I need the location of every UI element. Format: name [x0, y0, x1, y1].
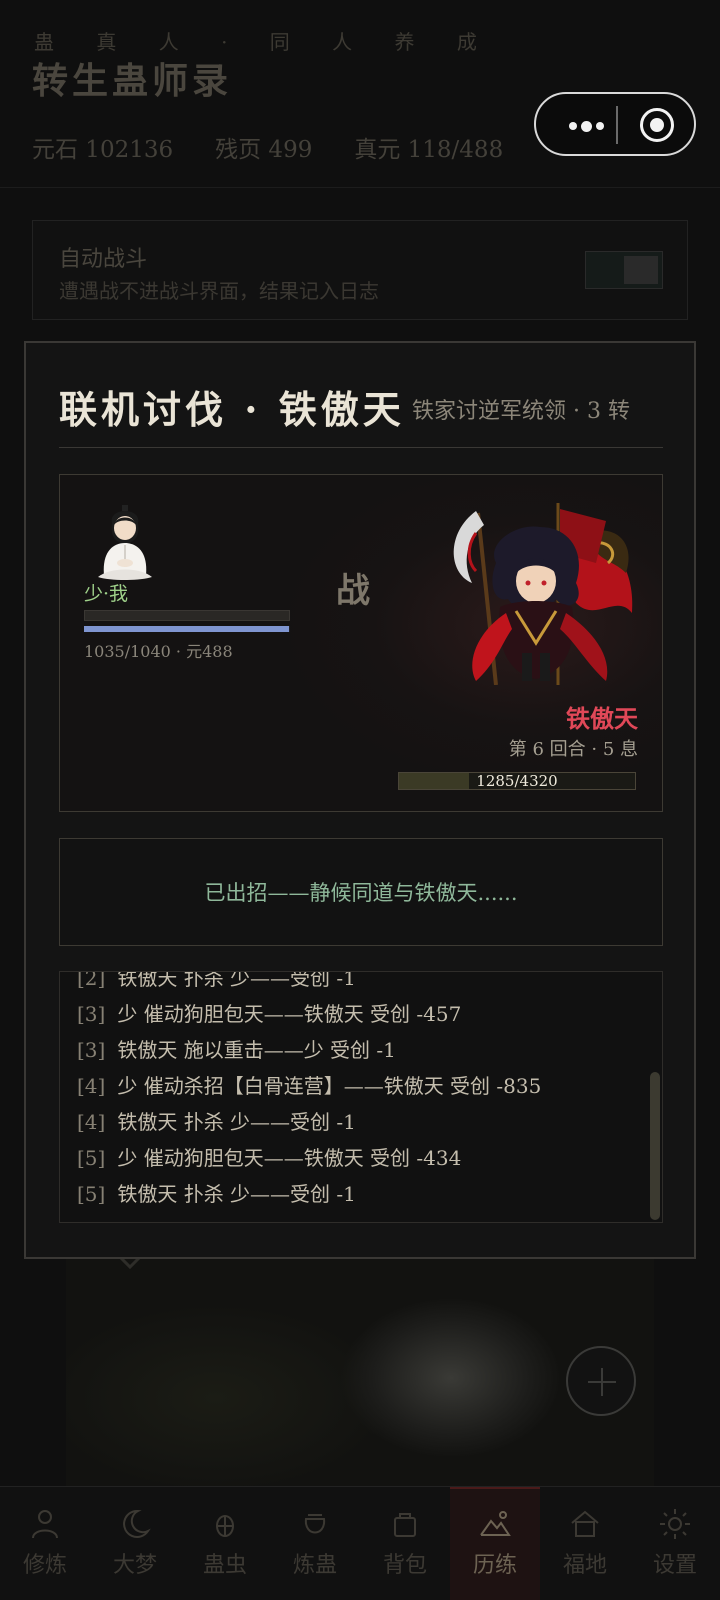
player-secondary-bar: [84, 610, 290, 621]
moon-icon: [123, 1509, 151, 1538]
scrollbar[interactable]: [650, 1072, 660, 1220]
status-box: 已出招——静候同道与铁傲天......: [59, 838, 663, 946]
log-line: [4] 少 催动杀招【白骨连营】——铁傲天 受创 -835: [77, 1068, 632, 1104]
battle-arena: 少·我 1035/1040 · 元488 战 铁傲天 第 6 回合 · 5 息: [59, 474, 663, 812]
bag-icon: [394, 1513, 416, 1537]
round-info: 第 6 回合 · 5 息: [508, 739, 638, 760]
add-button[interactable]: [566, 1346, 636, 1416]
auto-battle-card: 自动战斗 遭遇战不进战斗界面，结果记入日志: [32, 220, 688, 320]
bug-icon: [216, 1515, 234, 1537]
log-turn: [3]: [77, 1038, 106, 1062]
tab-label: 大梦: [112, 1553, 157, 1578]
log-text: 铁傲天 扑杀 少——受创 -1: [117, 971, 356, 990]
capsule-divider: [616, 106, 618, 144]
mountain-icon: [480, 1511, 511, 1536]
log-line: [2] 铁傲天 扑杀 少——受创 -1: [77, 971, 632, 996]
auto-battle-title: 自动战斗: [59, 247, 148, 272]
log-turn: [4]: [77, 1074, 106, 1098]
boss-hp-text: 1285/4320: [476, 772, 558, 790]
log-line: [5] 少 催动狗胆包天——铁傲天 受创 -434: [77, 1140, 632, 1176]
tab-label: 历练: [472, 1553, 517, 1578]
bottom-tabbar: 修炼 大梦 蛊虫 炼蛊 背包 历练 福地 设置: [0, 1486, 720, 1600]
tab-guchong[interactable]: 蛊虫: [180, 1487, 270, 1600]
log-turn: [3]: [77, 1002, 106, 1026]
person-icon: [32, 1510, 58, 1539]
tab-liangu[interactable]: 炼蛊: [270, 1487, 360, 1600]
house-icon: [571, 1510, 599, 1537]
auto-battle-desc: 遭遇战不进战斗界面，结果记入日志: [59, 279, 379, 303]
boss-name: 铁傲天: [566, 704, 638, 733]
tab-xiulian[interactable]: 修炼: [0, 1487, 90, 1600]
log-text: 铁傲天 扑杀 少——受创 -1: [117, 1182, 356, 1206]
stat-canye: 残页 499: [215, 137, 313, 163]
divider: [59, 447, 663, 448]
cauldron-icon: [304, 1514, 326, 1534]
log-text: 少 催动狗胆包天——铁傲天 受创 -434: [117, 1146, 462, 1170]
tab-label: 修炼: [22, 1553, 67, 1578]
log-turn: [2]: [77, 971, 106, 990]
coop-battle-modal: 联机讨伐 · 铁傲天 铁家讨逆军统领 · 3 转 少·我 1035/1040 ·…: [24, 341, 696, 1259]
tab-label: 蛊虫: [202, 1553, 247, 1578]
stat-zhenyuan: 真元 118/488: [354, 137, 504, 163]
app-tagline: 蛊 真 人 · 同 人 养 成: [34, 30, 495, 54]
log-turn: [5]: [77, 1146, 106, 1170]
tab-lilian[interactable]: 历练: [450, 1487, 540, 1600]
status-text: 已出招——静候同道与铁傲天......: [204, 881, 518, 905]
log-line: [3] 铁傲天 施以重击——少 受创 -1: [77, 1032, 632, 1068]
modal-subtitle: 铁家讨逆军统领 · 3 转: [412, 399, 630, 424]
sun-gear-icon: [660, 1509, 690, 1539]
log-turn: [5]: [77, 1182, 106, 1206]
log-text: 少 催动杀招【白骨连营】——铁傲天 受创 -835: [117, 1074, 542, 1098]
player-name: 少·我: [84, 583, 129, 605]
tab-dameng[interactable]: 大梦: [90, 1487, 180, 1600]
boss-hp-bar: 1285/4320: [398, 772, 636, 790]
log-turn: [4]: [77, 1110, 106, 1134]
tab-shezhi[interactable]: 设置: [630, 1487, 720, 1600]
battle-log[interactable]: [2] 铁傲天 扑杀 少——受创 -1 [3] 少 催动狗胆包天——铁傲天 受创 -4…: [59, 971, 663, 1223]
player-stats: 1035/1040 · 元488: [84, 642, 233, 661]
modal-title: 联机讨伐 · 铁傲天: [59, 387, 405, 432]
auto-battle-toggle[interactable]: [585, 251, 663, 289]
log-line: [4] 铁傲天 扑杀 少——受创 -1: [77, 1104, 632, 1140]
stat-yuanshi: 元石 102136: [32, 137, 174, 163]
more-icon[interactable]: [556, 114, 616, 138]
close-target-icon[interactable]: [640, 108, 674, 142]
vs-label: 战: [336, 571, 370, 611]
resource-stats: 元石 102136 残页 499 真元 118/488: [32, 130, 503, 164]
log-line: [3] 少 催动狗胆包天——铁傲天 受创 -457: [77, 996, 632, 1032]
log-text: 铁傲天 扑杀 少——受创 -1: [117, 1110, 356, 1134]
app-title: 转生蛊师录: [32, 60, 233, 102]
player-hp-bar: [84, 626, 290, 632]
tab-label: 福地: [562, 1553, 607, 1578]
log-text: 少 催动狗胆包天——铁傲天 受创 -457: [117, 1002, 462, 1026]
tab-label: 背包: [382, 1553, 427, 1578]
tab-label: 设置: [652, 1553, 697, 1578]
battle-log-list: [2] 铁傲天 扑杀 少——受创 -1 [3] 少 催动狗胆包天——铁傲天 受创 -4…: [77, 971, 632, 1212]
tab-fudi[interactable]: 福地: [540, 1487, 630, 1600]
player-avatar: [98, 505, 152, 580]
log-text: 铁傲天 施以重击——少 受创 -1: [117, 1038, 396, 1062]
tab-label: 炼蛊: [292, 1553, 337, 1578]
log-line: [5] 铁傲天 扑杀 少——受创 -1: [77, 1176, 632, 1212]
miniprogram-capsule: [534, 92, 696, 156]
boss-portrait: [453, 503, 633, 685]
player-hp-fill: [84, 626, 289, 632]
tab-beibao[interactable]: 背包: [360, 1487, 450, 1600]
